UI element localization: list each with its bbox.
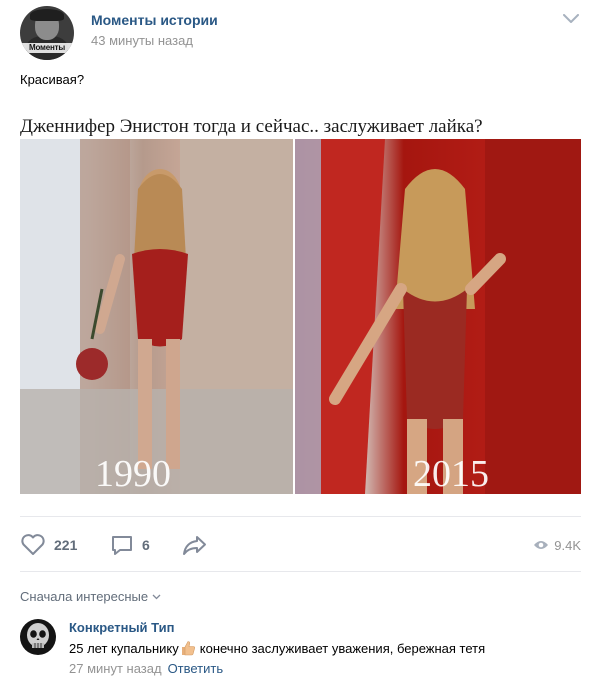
comment-text: 25 лет купальнику конечно заслуживает ув… [69, 640, 485, 656]
chevron-down-icon[interactable] [563, 14, 579, 24]
photo-left-scene [20, 139, 293, 494]
photo-left: 1990 [20, 139, 293, 494]
avatar-tag: Моменты [20, 43, 74, 53]
commenter-avatar[interactable] [20, 619, 56, 655]
eye-icon [534, 541, 549, 549]
heart-icon [21, 534, 45, 555]
comment-item: Конкретный Тип 25 лет купальнику конечно… [20, 619, 581, 679]
comment-icon [112, 536, 132, 555]
divider [20, 571, 581, 572]
post-time[interactable]: 43 минуты назад [91, 33, 193, 48]
avatar-figure-cap [30, 9, 64, 21]
skull-avatar-image [27, 623, 49, 648]
year-left: 1990 [95, 453, 171, 494]
comment-meta: 27 минут назад Ответить [69, 661, 223, 676]
share-arrow-icon [183, 536, 206, 555]
comment-text-part: 25 лет купальнику [69, 640, 179, 656]
post-actions: 221 6 9.4K [20, 532, 581, 558]
photo-right-scene [295, 139, 581, 494]
year-right: 2015 [413, 453, 489, 494]
comment-count: 6 [142, 537, 150, 553]
sort-label: Сначала интересные [20, 589, 149, 604]
post-header: Моменты Моменты истории 43 минуты назад [20, 6, 581, 62]
views-count: 9.4K [554, 537, 581, 553]
divider [20, 516, 581, 517]
post-image[interactable]: Дженнифер Энистон тогда и сейчас.. заслу… [20, 101, 581, 494]
image-caption: Дженнифер Энистон тогда и сейчас.. заслу… [20, 116, 483, 137]
post-text: Красивая? [20, 72, 85, 87]
like-count: 221 [54, 537, 78, 553]
share-button[interactable] [182, 532, 208, 558]
like-button[interactable]: 221 [20, 532, 77, 558]
reply-button[interactable]: Ответить [168, 661, 224, 676]
thumbs-up-emoji [181, 641, 195, 656]
group-avatar[interactable]: Моменты [20, 6, 74, 60]
photo-right: 2015 [295, 139, 581, 494]
comment-button[interactable]: 6 [110, 532, 150, 558]
comments-sort-dropdown[interactable]: Сначала интересные [20, 589, 161, 604]
views-counter: 9.4K [533, 532, 581, 558]
comment-author-link[interactable]: Конкретный Тип [69, 620, 174, 635]
comment-time[interactable]: 27 минут назад [69, 661, 162, 676]
comment-text-part: конечно заслуживает уважения, бережная т… [199, 640, 486, 656]
chevron-down-icon [152, 594, 161, 599]
group-name-link[interactable]: Моменты истории [91, 12, 218, 28]
